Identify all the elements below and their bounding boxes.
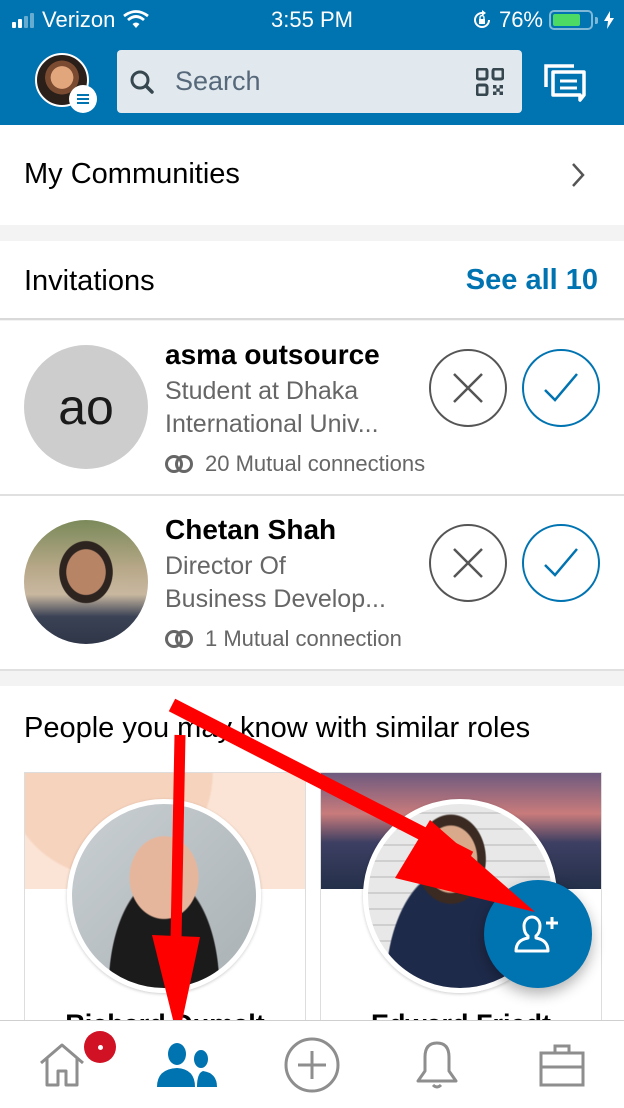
add-connection-button[interactable] xyxy=(484,880,592,988)
mutual-connections[interactable]: 1 Mutual connection xyxy=(165,626,402,652)
menu-icon[interactable] xyxy=(69,85,97,113)
briefcase-icon xyxy=(539,1044,585,1087)
avatar[interactable] xyxy=(24,520,148,644)
avatar[interactable]: ao xyxy=(24,345,148,469)
add-connection-icon xyxy=(514,915,558,953)
rotation-lock-icon xyxy=(473,10,490,28)
bell-icon xyxy=(416,1041,458,1089)
search-icon xyxy=(130,70,154,94)
close-icon xyxy=(453,373,483,403)
tab-jobs[interactable] xyxy=(500,1021,624,1108)
mutual-connections-label: 20 Mutual connections xyxy=(205,451,426,476)
mutual-connections-label: 1 Mutual connection xyxy=(205,626,402,651)
invitations-header: Invitations See all 10 xyxy=(0,241,624,320)
plus-circle-icon xyxy=(284,1037,340,1093)
top-bar: Verizon 3:55 PM 76% xyxy=(0,0,624,125)
mutual-connections[interactable]: 20 Mutual connections xyxy=(165,451,425,477)
checkmark-icon xyxy=(544,373,578,402)
communities-label: My Communities xyxy=(24,158,240,190)
messaging-icon[interactable] xyxy=(544,63,586,105)
accept-button[interactable] xyxy=(522,524,600,602)
person-card[interactable]: Richard Dumalt xyxy=(24,772,306,1032)
tab-notifications[interactable] xyxy=(375,1021,499,1108)
invitation-headline: Director Of Business Develop... xyxy=(165,550,415,616)
battery-percent: 76% xyxy=(498,7,543,32)
avatar[interactable] xyxy=(67,799,261,993)
tab-my-network[interactable] xyxy=(125,1021,249,1108)
invitation-headline: Student at Dhaka International Univ... xyxy=(165,375,415,441)
headline-line: Director Of xyxy=(165,552,286,580)
accept-button[interactable] xyxy=(522,349,600,427)
see-all-invitations-link[interactable]: See all 10 xyxy=(466,264,598,297)
battery-icon xyxy=(549,10,593,30)
qr-code-icon[interactable] xyxy=(476,68,504,96)
chevron-right-icon xyxy=(572,163,585,187)
headline-line: International Univ... xyxy=(165,410,379,438)
headline-line: Student at Dhaka xyxy=(165,377,359,405)
invitation-name[interactable]: asma outsource xyxy=(165,339,380,371)
ignore-button[interactable] xyxy=(429,349,507,427)
bottom-tab-bar xyxy=(0,1020,624,1108)
invitation-name[interactable]: Chetan Shah xyxy=(165,514,336,546)
my-communities-row[interactable]: My Communities xyxy=(0,125,624,225)
charging-icon xyxy=(604,11,614,29)
search-input[interactable] xyxy=(175,66,455,97)
checkmark-icon xyxy=(544,548,578,577)
invitations-label: Invitations xyxy=(24,265,155,297)
invitation-item[interactable]: ao asma outsource Student at Dhaka Inter… xyxy=(0,321,624,496)
search-bar[interactable] xyxy=(117,50,522,113)
mutual-connections-icon xyxy=(165,630,195,648)
people-icon xyxy=(157,1043,217,1087)
close-icon xyxy=(453,548,483,578)
mutual-connections-icon xyxy=(165,455,195,473)
section-title: People you may know with similar roles xyxy=(24,712,531,744)
ignore-button[interactable] xyxy=(429,524,507,602)
headline-line: Business Develop... xyxy=(165,585,386,613)
status-bar: Verizon 3:55 PM 76% xyxy=(0,0,624,40)
notification-badge xyxy=(84,1031,116,1063)
invitation-item[interactable]: Chetan Shah Director Of Business Develop… xyxy=(0,496,624,671)
home-icon xyxy=(40,1043,84,1087)
tab-post[interactable] xyxy=(250,1021,374,1108)
